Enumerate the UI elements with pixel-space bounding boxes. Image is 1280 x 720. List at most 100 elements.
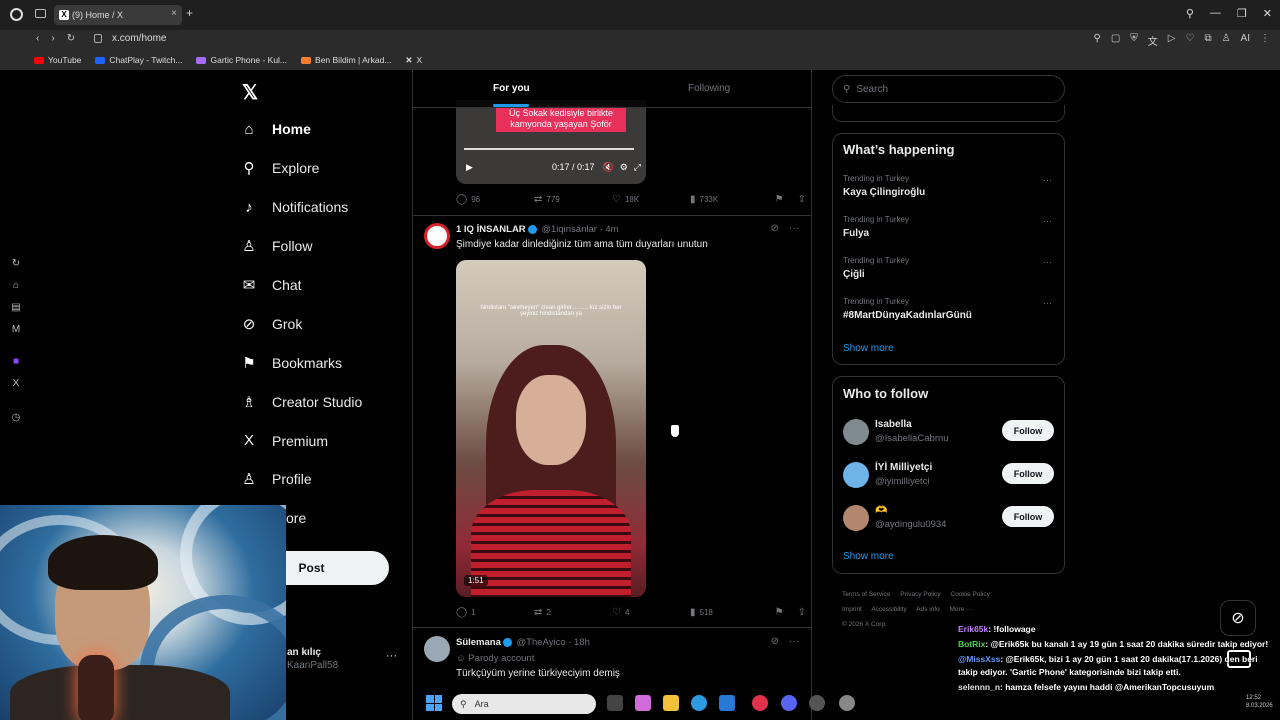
follow-suggestion-name[interactable]: 🫶 [875, 505, 887, 516]
lock-icon[interactable] [94, 34, 102, 43]
account-more-icon[interactable]: ··· [386, 650, 397, 662]
account-handle[interactable]: KaanPall58 [287, 660, 338, 671]
minimize-button[interactable]: — [1210, 7, 1221, 20]
reload-icon[interactable]: ↻ [67, 33, 75, 44]
close-tab-icon[interactable]: × [171, 8, 177, 19]
translate-icon[interactable]: 文 [1148, 33, 1158, 48]
bookmark-icon[interactable]: ⚑ [775, 194, 784, 205]
shield-icon[interactable]: ⛨ [1130, 33, 1138, 48]
account-icon[interactable]: ♙ [1222, 33, 1231, 48]
views-button[interactable]: ▮ 518 [690, 607, 768, 618]
play-icon[interactable]: ▶ [466, 162, 473, 173]
repost-button[interactable]: ⇄ 779 [534, 194, 612, 205]
nav-creator-studio[interactable]: ♗ Creator Studio [240, 382, 410, 421]
nav-more[interactable]: ore [286, 510, 306, 526]
tab-for-you[interactable]: For you [493, 83, 530, 94]
video-progress-bar[interactable] [464, 148, 634, 150]
sidebar-history-icon[interactable]: ↻ [10, 258, 22, 270]
file-explorer-icon[interactable] [663, 695, 679, 711]
tab-overview-icon[interactable] [35, 9, 46, 18]
footer-link[interactable]: Cookie Policy [951, 591, 990, 598]
grok-explain-icon[interactable]: ⊘ [771, 223, 779, 234]
browser-tab[interactable]: X (9) Home / X × [54, 5, 182, 25]
maximize-button[interactable]: ❐ [1237, 7, 1247, 20]
repost-button[interactable]: ⇄ 2 [534, 607, 612, 618]
tweet-author-name[interactable]: Sülemana [456, 637, 501, 648]
opera-gx-icon[interactable] [752, 695, 768, 711]
tweet-author-handle[interactable]: @TheAyico [517, 637, 566, 648]
more-icon[interactable]: ··· [1043, 175, 1052, 185]
nav-bookmarks[interactable]: ⚑ Bookmarks [240, 343, 410, 382]
copilot-icon[interactable] [635, 695, 651, 711]
tweet-time[interactable]: · 18h [568, 637, 590, 648]
follow-suggestion-name[interactable]: İYİ Milliyetçi [875, 462, 932, 473]
sidebar-bag-icon[interactable]: ⌂ [10, 280, 22, 292]
mute-icon[interactable]: 🔇 [603, 162, 614, 173]
tweet2-video[interactable]: hindistanı "sevmeyen" clean girller.....… [456, 260, 646, 597]
store-icon[interactable] [719, 695, 735, 711]
taskbar-clock[interactable]: 12:52 8.03.2026 [1246, 694, 1273, 710]
tab-following[interactable]: Following [688, 83, 730, 94]
pin-icon[interactable]: ⚲ [1093, 33, 1100, 48]
follow-suggestion-name[interactable]: Isabella [875, 419, 912, 430]
bookmark-gartic[interactable]: Gartic Phone - Kul... [196, 55, 287, 65]
forward-icon[interactable]: › [51, 33, 54, 44]
views-button[interactable]: ▮ 733K [690, 194, 768, 205]
show-more-link[interactable]: Show more [843, 551, 894, 562]
sidebar-wallet-icon[interactable]: ▤ [10, 302, 22, 314]
avatar[interactable] [843, 419, 869, 445]
search-input[interactable]: ⚲ Search [832, 75, 1065, 103]
sidebar-x-icon[interactable]: X [10, 378, 22, 390]
nav-chat[interactable]: ✉ Chat [240, 266, 410, 305]
avatar[interactable] [843, 505, 869, 531]
settings-icon[interactable]: ⚙ [620, 162, 628, 173]
task-view-icon[interactable] [607, 695, 623, 711]
snapshot-icon[interactable]: ▢ [1111, 33, 1120, 48]
play-icon[interactable]: ▷ [1168, 33, 1176, 48]
steam-icon[interactable] [809, 695, 825, 711]
opera-logo-icon[interactable] [10, 8, 23, 21]
nav-follow[interactable]: ♙ Follow [240, 227, 410, 266]
sidebar-twitch-icon[interactable]: ■ [10, 356, 22, 368]
footer-link[interactable]: Accessibility [871, 606, 906, 613]
nav-notifications[interactable]: ♪ Notifications [240, 188, 410, 227]
nav-profile[interactable]: ♙ Profile [240, 460, 410, 499]
obs-icon[interactable] [839, 695, 855, 711]
like-button[interactable]: ♡ 4 [612, 607, 690, 618]
more-icon[interactable]: ··· [1043, 257, 1052, 267]
tweet-author-name[interactable]: 1 IQ İNSANLAR [456, 224, 526, 235]
tweet-time[interactable]: · 4m [600, 224, 619, 235]
discord-icon[interactable] [781, 695, 797, 711]
back-icon[interactable]: ‹ [36, 33, 39, 44]
bookmark-chatplay[interactable]: ChatPlay - Twitch... [95, 55, 182, 65]
more-icon[interactable]: ··· [789, 223, 799, 234]
tweet1-video[interactable]: Üç Sokak kedisiyle birlikte kamyonda yaş… [456, 100, 646, 184]
bookmark-x[interactable]: ✕ X [405, 55, 422, 66]
more-icon[interactable]: ··· [1043, 216, 1052, 226]
close-window-button[interactable]: ✕ [1263, 7, 1272, 20]
sidebar-m-icon[interactable]: M [10, 324, 22, 336]
nav-home[interactable]: ⌂ Home [240, 110, 410, 149]
reply-button[interactable]: ◯ 1 [456, 607, 534, 618]
show-more-link[interactable]: Show more [843, 343, 894, 354]
fullscreen-icon[interactable]: ⤢ [634, 162, 641, 173]
extensions-icon[interactable]: ⧉ [1204, 33, 1211, 48]
account-name[interactable]: an kılıç [287, 647, 321, 658]
footer-link[interactable]: Privacy Policy [900, 591, 940, 598]
avatar[interactable] [424, 223, 450, 249]
nav-grok[interactable]: ⊘ Grok [240, 304, 410, 343]
taskbar-search[interactable]: ⚲ Ara [452, 694, 596, 714]
avatar[interactable] [843, 462, 869, 488]
nav-explore[interactable]: ⚲ Explore [240, 149, 410, 188]
footer-link[interactable]: Terms of Service [842, 591, 890, 598]
windows-start-icon[interactable] [426, 695, 442, 711]
like-button[interactable]: ♡ 18K [612, 194, 690, 205]
new-tab-button[interactable]: + [186, 6, 193, 20]
x-logo-icon[interactable]: 𝕏 [242, 80, 258, 105]
more-icon[interactable]: ··· [789, 636, 799, 647]
grok-explain-icon[interactable]: ⊘ [771, 636, 779, 647]
url-field[interactable]: x.com/home [112, 33, 166, 44]
bookmark-benbildim[interactable]: Ben Bildim | Arkad... [301, 55, 391, 65]
sidebar-clock-icon[interactable]: ◷ [10, 412, 22, 424]
footer-link[interactable]: More ··· [950, 606, 973, 613]
